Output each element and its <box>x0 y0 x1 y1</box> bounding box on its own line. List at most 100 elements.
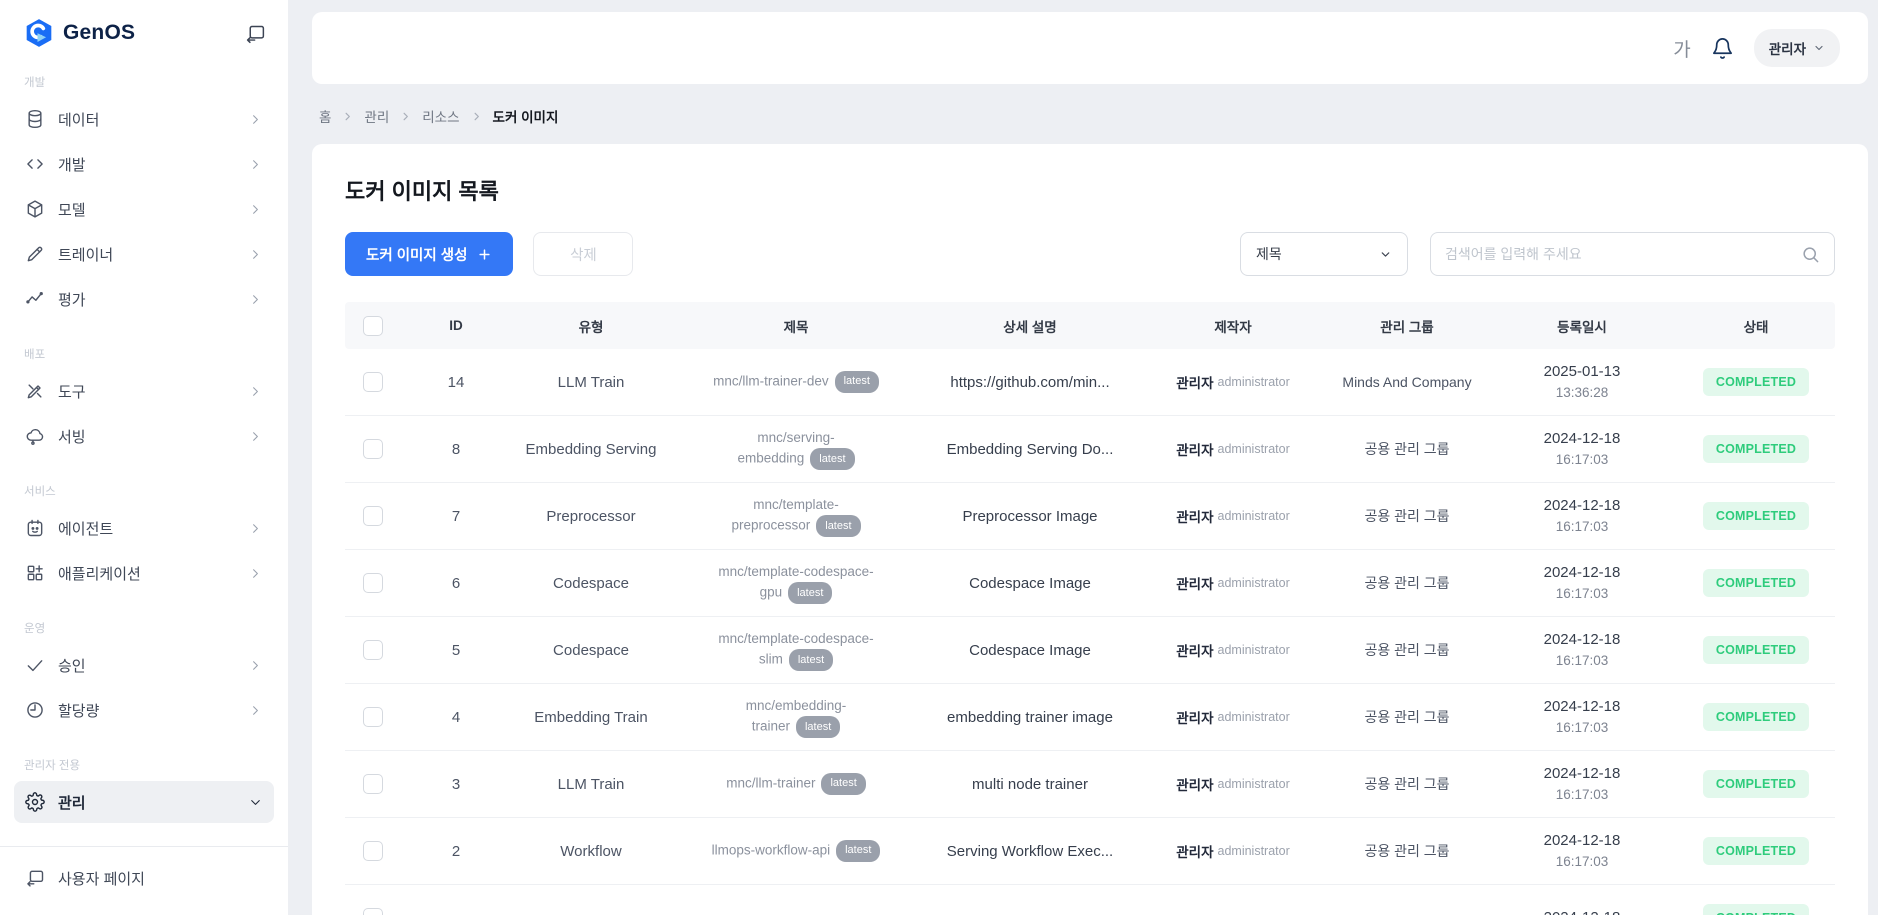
row-registered-at: 2024-12-1816:17:03 <box>1487 830 1677 873</box>
row-id: 5 <box>401 642 511 659</box>
row-image-name: mnc/llm-trainerlatest <box>671 773 921 795</box>
row-id: 7 <box>401 508 511 525</box>
create-button-label: 도커 이미지 생성 <box>366 244 467 265</box>
row-description: https://github.com/min... <box>921 374 1139 391</box>
row-checkbox-cell <box>345 573 401 593</box>
registered-date: 2024-12-18 <box>1544 907 1621 915</box>
chevron-right-icon <box>248 112 263 127</box>
image-name-line: mnc/template-codespace- <box>718 629 873 650</box>
breadcrumb-item[interactable]: 홈 <box>319 106 331 126</box>
gear-icon <box>25 792 45 812</box>
breadcrumb: 홈관리리소스도커 이미지 <box>312 106 1868 126</box>
tag-badge: latest <box>810 448 854 470</box>
row-checkbox[interactable] <box>363 841 383 861</box>
select-all-checkbox[interactable] <box>363 316 383 336</box>
topbar: 가 관리자 <box>312 12 1868 84</box>
sidebar-item-approval[interactable]: 승인 <box>14 644 274 686</box>
filter-selected-value: 제목 <box>1256 244 1282 264</box>
chevron-right-icon <box>248 247 263 262</box>
row-admin-group: 공용 관리 그룹 <box>1327 841 1487 861</box>
row-admin-group: 공용 관리 그룹 <box>1327 506 1487 526</box>
image-name-line: mnc/embedding- <box>746 696 847 717</box>
registered-date: 2025-01-13 <box>1544 361 1621 384</box>
sidebar-item-quota[interactable]: 할당량 <box>14 689 274 731</box>
row-checkbox[interactable] <box>363 372 383 392</box>
sidebar-item-tools[interactable]: 도구 <box>14 370 274 412</box>
row-checkbox[interactable] <box>363 640 383 660</box>
sidebar-item-serving[interactable]: 서빙 <box>14 415 274 457</box>
user-menu-label: 관리자 <box>1769 38 1806 58</box>
sidebar-section-label: 서비스 <box>0 483 288 499</box>
delete-button[interactable]: 삭제 <box>533 232 633 276</box>
sidebar-item-admin[interactable]: 관리 <box>14 781 274 823</box>
cloud-icon <box>25 426 45 446</box>
user-menu[interactable]: 관리자 <box>1754 29 1840 67</box>
agent-icon <box>25 518 45 538</box>
notifications-bell-icon[interactable] <box>1711 37 1734 60</box>
row-checkbox[interactable] <box>363 439 383 459</box>
chevron-down-icon <box>1379 248 1392 261</box>
sidebar-item-evaluation[interactable]: 평가 <box>14 278 274 320</box>
registered-time: 16:17:03 <box>1556 584 1609 604</box>
chevron-right-icon <box>248 202 263 217</box>
registered-date: 2024-12-18 <box>1544 830 1621 853</box>
table-row: 2Workflowllmops-workflow-apilatestServin… <box>345 818 1835 885</box>
chevron-right-icon <box>248 157 263 172</box>
sidebar-header: GenOS <box>0 0 288 48</box>
row-creator: 관리자administrator <box>1139 707 1327 727</box>
image-name-line: gpulatest <box>760 582 833 604</box>
row-description: Serving Workflow Exec... <box>921 843 1139 860</box>
row-checkbox[interactable] <box>363 774 383 794</box>
row-image-name: mnc/llm-trainer-devlatest <box>671 371 921 393</box>
row-checkbox-cell <box>345 506 401 526</box>
breadcrumb-item[interactable]: 관리 <box>364 106 389 126</box>
search-field-select[interactable]: 제목 <box>1240 232 1408 276</box>
row-admin-group: Minds And Company <box>1327 374 1487 390</box>
chevron-down-icon <box>1813 42 1825 54</box>
sidebar-collapse-icon[interactable] <box>245 23 266 44</box>
sidebar-item-model[interactable]: 모델 <box>14 188 274 230</box>
row-checkbox-cell <box>345 372 401 392</box>
row-checkbox-cell <box>345 841 401 861</box>
search-input[interactable] <box>1445 246 1801 262</box>
sidebar-item-label: 개발 <box>58 154 86 175</box>
sidebar-item-application[interactable]: 애플리케이션 <box>14 552 274 594</box>
chevron-right-icon <box>248 292 263 307</box>
registered-time: 16:17:03 <box>1556 852 1609 872</box>
tag-badge: latest <box>789 649 833 671</box>
sidebar-item-label: 에이전트 <box>58 518 113 539</box>
search-icon[interactable] <box>1801 245 1820 264</box>
breadcrumb-item[interactable]: 리소스 <box>422 106 459 126</box>
row-image-name: mnc/embedding-trainerlatest <box>671 696 921 739</box>
image-name-line: mnc/llm-trainerlatest <box>726 773 866 795</box>
sidebar-item-data[interactable]: 데이터 <box>14 98 274 140</box>
registered-time: 16:17:03 <box>1556 651 1609 671</box>
row-registered-at: 2025-01-1313:36:28 <box>1487 361 1677 404</box>
registered-time: 16:17:03 <box>1556 450 1609 470</box>
row-checkbox[interactable] <box>363 707 383 727</box>
row-checkbox[interactable] <box>363 573 383 593</box>
create-docker-image-button[interactable]: 도커 이미지 생성 <box>345 232 513 276</box>
search-box <box>1430 232 1835 276</box>
bc-chevron-icon <box>342 111 353 122</box>
sidebar-item-user-page[interactable]: 사용자 페이지 <box>14 857 274 899</box>
chart-icon <box>25 289 45 309</box>
toolbar: 도커 이미지 생성 삭제 제목 <box>345 232 1835 276</box>
row-checkbox[interactable] <box>363 506 383 526</box>
status-badge: COMPLETED <box>1703 837 1809 865</box>
row-type: Preprocessor <box>511 508 671 525</box>
sidebar-nav: 개발데이터개발모델트레이너평가배포도구서빙서비스에이전트애플리케이션운영승인할당… <box>0 74 288 823</box>
row-checkbox[interactable] <box>363 908 383 915</box>
sidebar-item-trainer[interactable]: 트레이너 <box>14 233 274 275</box>
sidebar-section-label: 관리자 전용 <box>0 757 288 773</box>
sidebar-item-develop[interactable]: 개발 <box>14 143 274 185</box>
row-registered-at: 2024-12-1816:17:03 <box>1487 562 1677 605</box>
font-size-toggle[interactable]: 가 <box>1673 35 1690 62</box>
registered-date: 2024-12-18 <box>1544 562 1621 585</box>
sidebar-item-agent[interactable]: 에이전트 <box>14 507 274 549</box>
bc-chevron-icon <box>471 111 482 122</box>
status-badge: COMPLETED <box>1703 435 1809 463</box>
sidebar-item-label: 서빙 <box>58 426 86 447</box>
logo[interactable]: GenOS <box>24 18 135 48</box>
row-status-cell: COMPLETED <box>1677 368 1835 396</box>
